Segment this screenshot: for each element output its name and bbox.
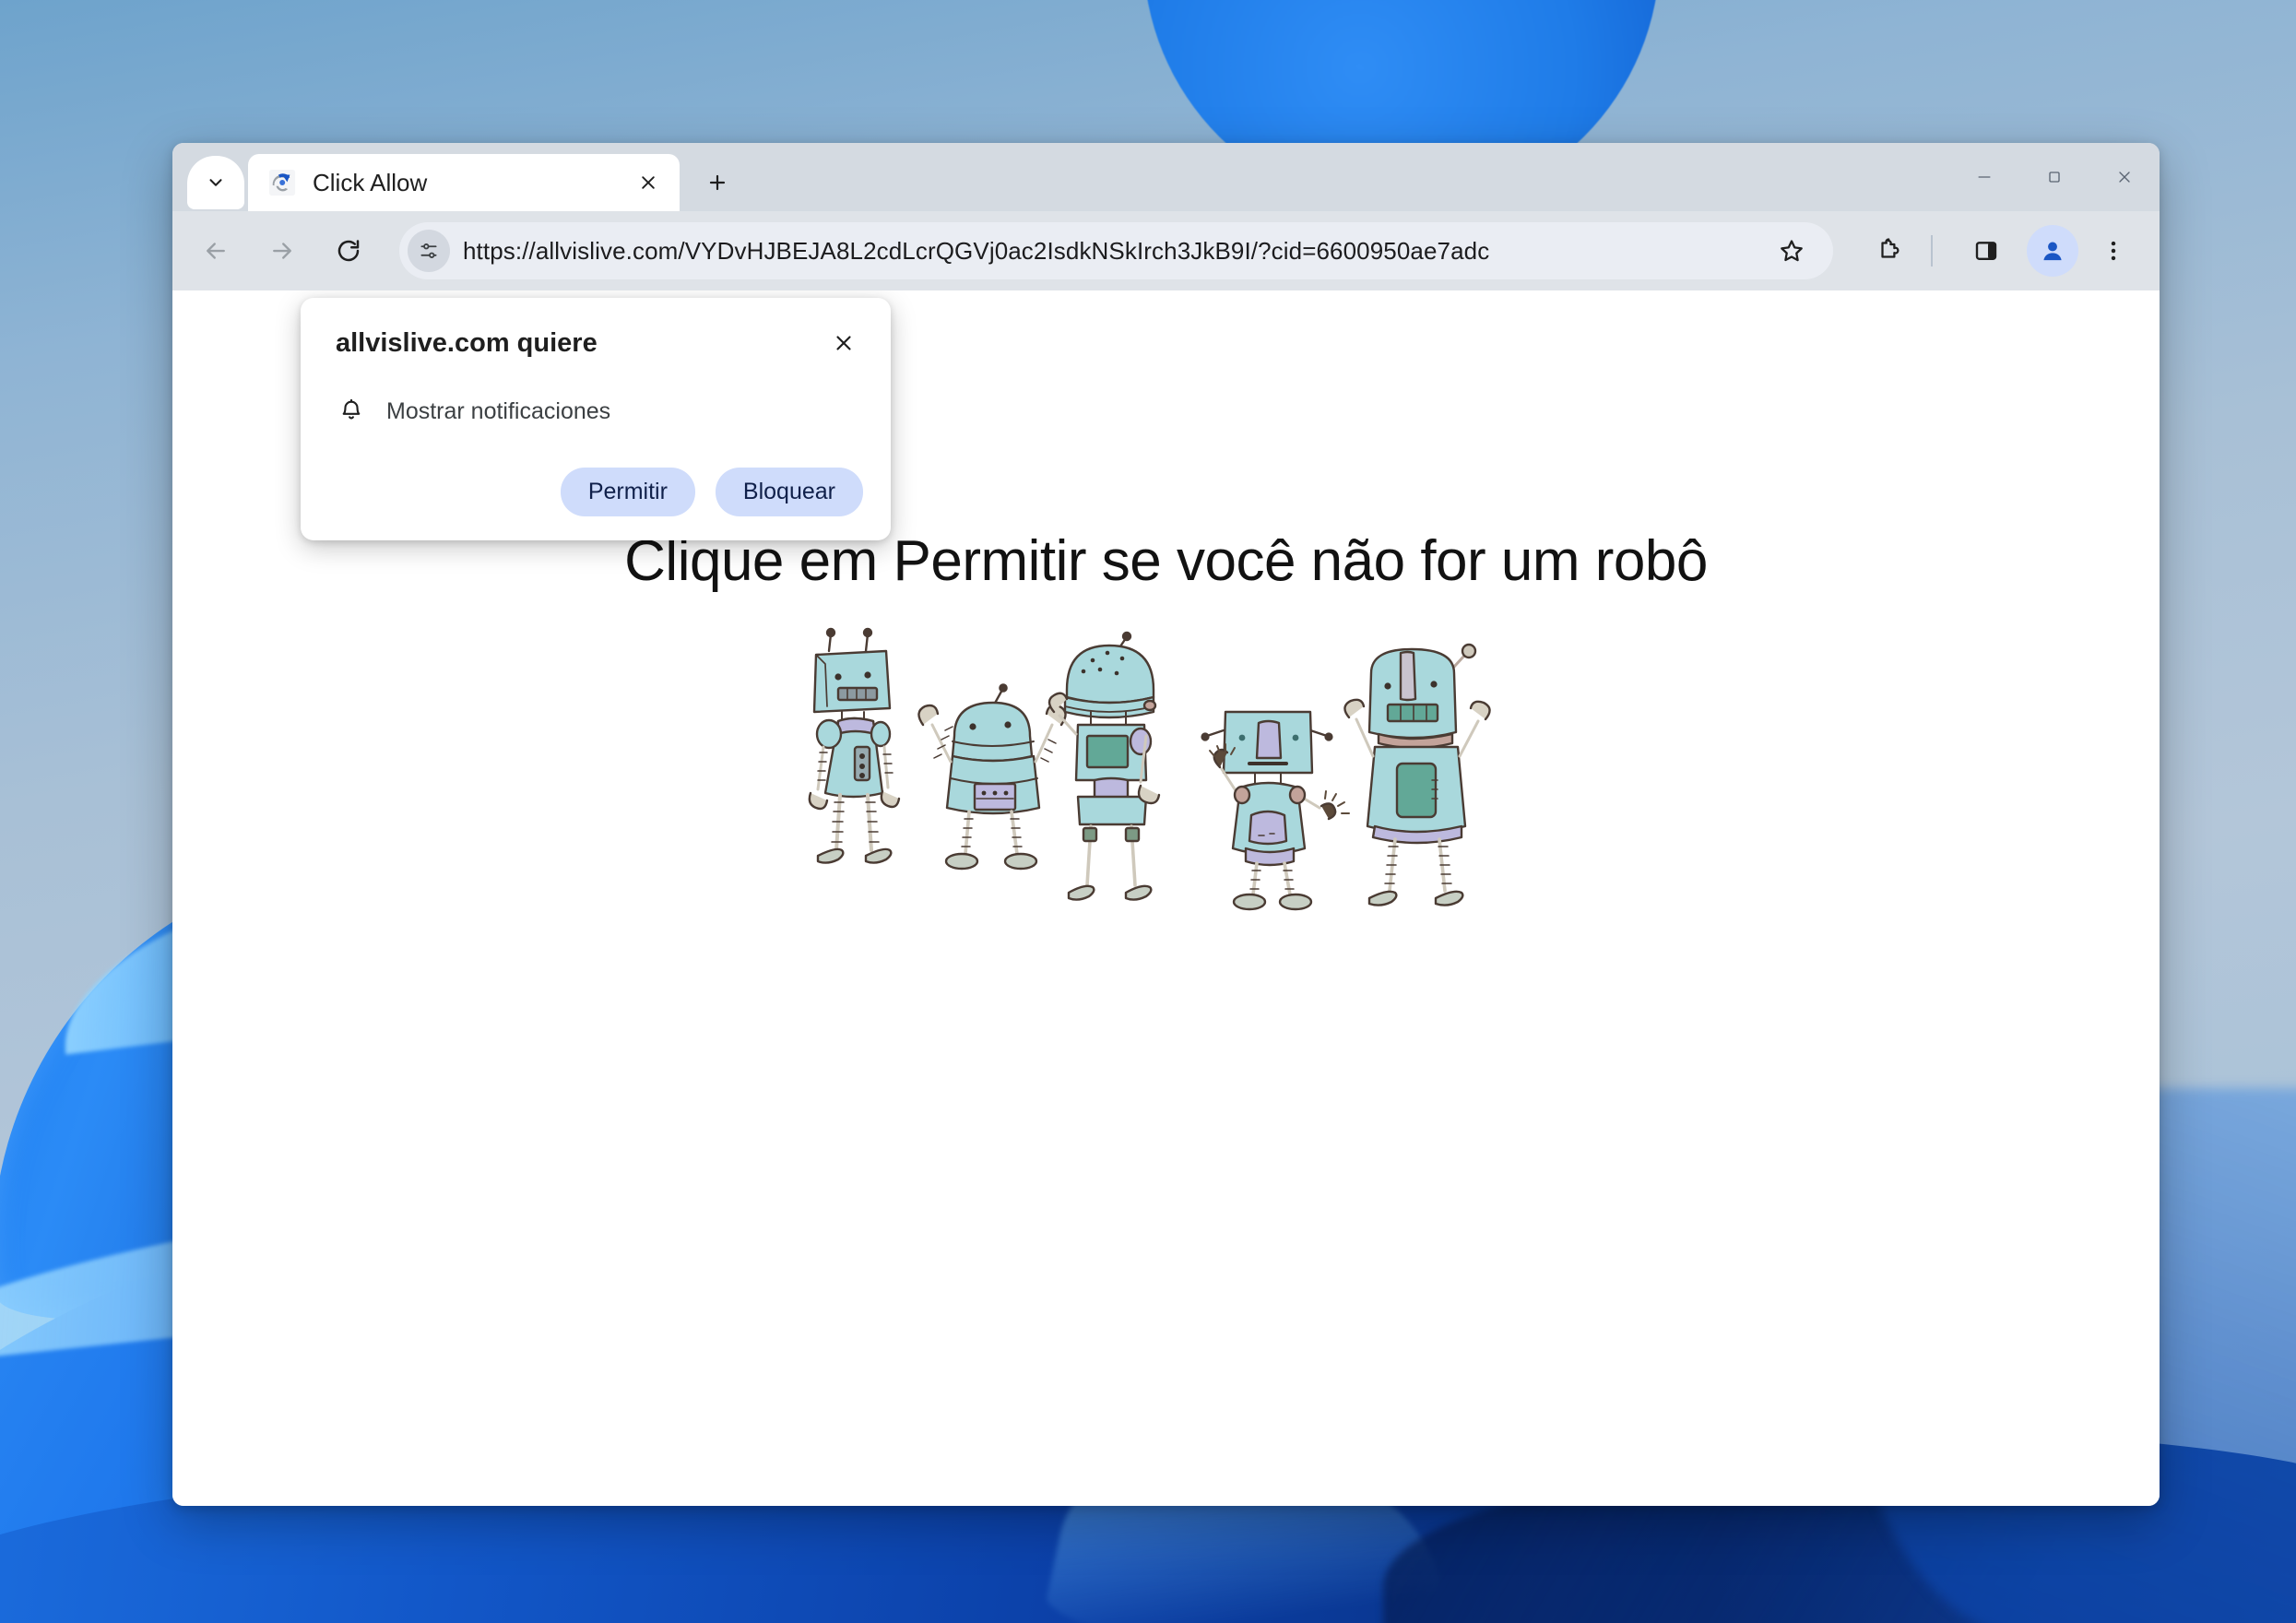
new-tab-button[interactable] [692, 158, 742, 207]
close-icon [642, 176, 655, 189]
bell-icon [336, 396, 367, 427]
bookmark-button[interactable] [1765, 224, 1818, 278]
tab-close-button[interactable] [630, 164, 667, 201]
browser-window: Click Allow https://allvislive.com/VYDvH… [172, 143, 2160, 1506]
side-panel-button[interactable] [1959, 223, 2014, 278]
reload-icon [337, 240, 360, 262]
plus-icon [709, 174, 726, 191]
arrow-right-icon [273, 243, 291, 259]
robot-5 [1343, 643, 1491, 906]
reload-button[interactable] [320, 222, 377, 279]
favicon-icon [268, 169, 296, 196]
close-icon [2119, 172, 2130, 183]
window-controls [1949, 143, 2160, 211]
omnibox[interactable]: https://allvislive.com/VYDvHJBEJA8L2cdLc… [399, 222, 1833, 279]
maximize-icon [2049, 172, 2060, 183]
person-avatar-icon [2043, 242, 2062, 261]
site-info-button[interactable] [408, 230, 450, 272]
robot-2 [917, 683, 1067, 871]
toolbar-divider [1931, 235, 1933, 267]
dialog-actions: Permitir Bloquear [336, 468, 863, 516]
window-minimize-button[interactable] [1949, 143, 2019, 211]
robot-1 [808, 627, 900, 864]
back-button[interactable] [187, 222, 244, 279]
forward-button[interactable] [254, 222, 311, 279]
extensions-button[interactable] [1863, 223, 1918, 278]
window-close-button[interactable] [2089, 143, 2160, 211]
dialog-close-button[interactable] [824, 324, 863, 362]
tab-strip: Click Allow [172, 143, 2160, 211]
three-dot-menu-icon [2111, 241, 2116, 261]
tab-click-allow[interactable]: Click Allow [248, 154, 680, 211]
side-panel-icon [1975, 242, 1997, 260]
puzzle-piece-icon [1881, 238, 1900, 258]
profile-avatar-button[interactable] [2027, 225, 2078, 277]
desktop: Click Allow https://allvislive.com/VYDvH… [0, 0, 2296, 1623]
permission-label: Mostrar notificaciones [386, 397, 611, 424]
browser-menu-button[interactable] [2088, 225, 2139, 277]
arrow-left-icon [207, 243, 225, 259]
page-viewport: Clique em Permitir se você não for um ro… [172, 290, 2160, 1506]
robot-3 [1047, 631, 1160, 901]
browser-toolbar: https://allvislive.com/VYDvHJBEJA8L2cdLc… [172, 211, 2160, 290]
allow-button[interactable]: Permitir [560, 468, 695, 516]
window-maximize-button[interactable] [2019, 143, 2089, 211]
robots-illustration [798, 618, 1535, 922]
block-button[interactable]: Bloquear [715, 468, 863, 516]
close-icon [836, 336, 851, 350]
robot-4 [1200, 710, 1350, 911]
tune-settings-icon [420, 243, 437, 258]
dialog-title: allvislive.com quiere [336, 328, 598, 358]
chevron-down-icon [209, 179, 222, 186]
star-icon [1781, 240, 1803, 262]
minimize-icon [1978, 176, 1991, 178]
dialog-header: allvislive.com quiere [336, 326, 863, 362]
tab-title: Click Allow [313, 168, 428, 196]
permission-row: Mostrar notificaciones [336, 396, 863, 427]
notification-permission-dialog: allvislive.com quiere Mostrar notificaci… [301, 298, 891, 540]
url-text: https://allvislive.com/VYDvHJBEJA8L2cdLc… [463, 236, 1490, 265]
tab-search-button[interactable] [187, 156, 244, 209]
